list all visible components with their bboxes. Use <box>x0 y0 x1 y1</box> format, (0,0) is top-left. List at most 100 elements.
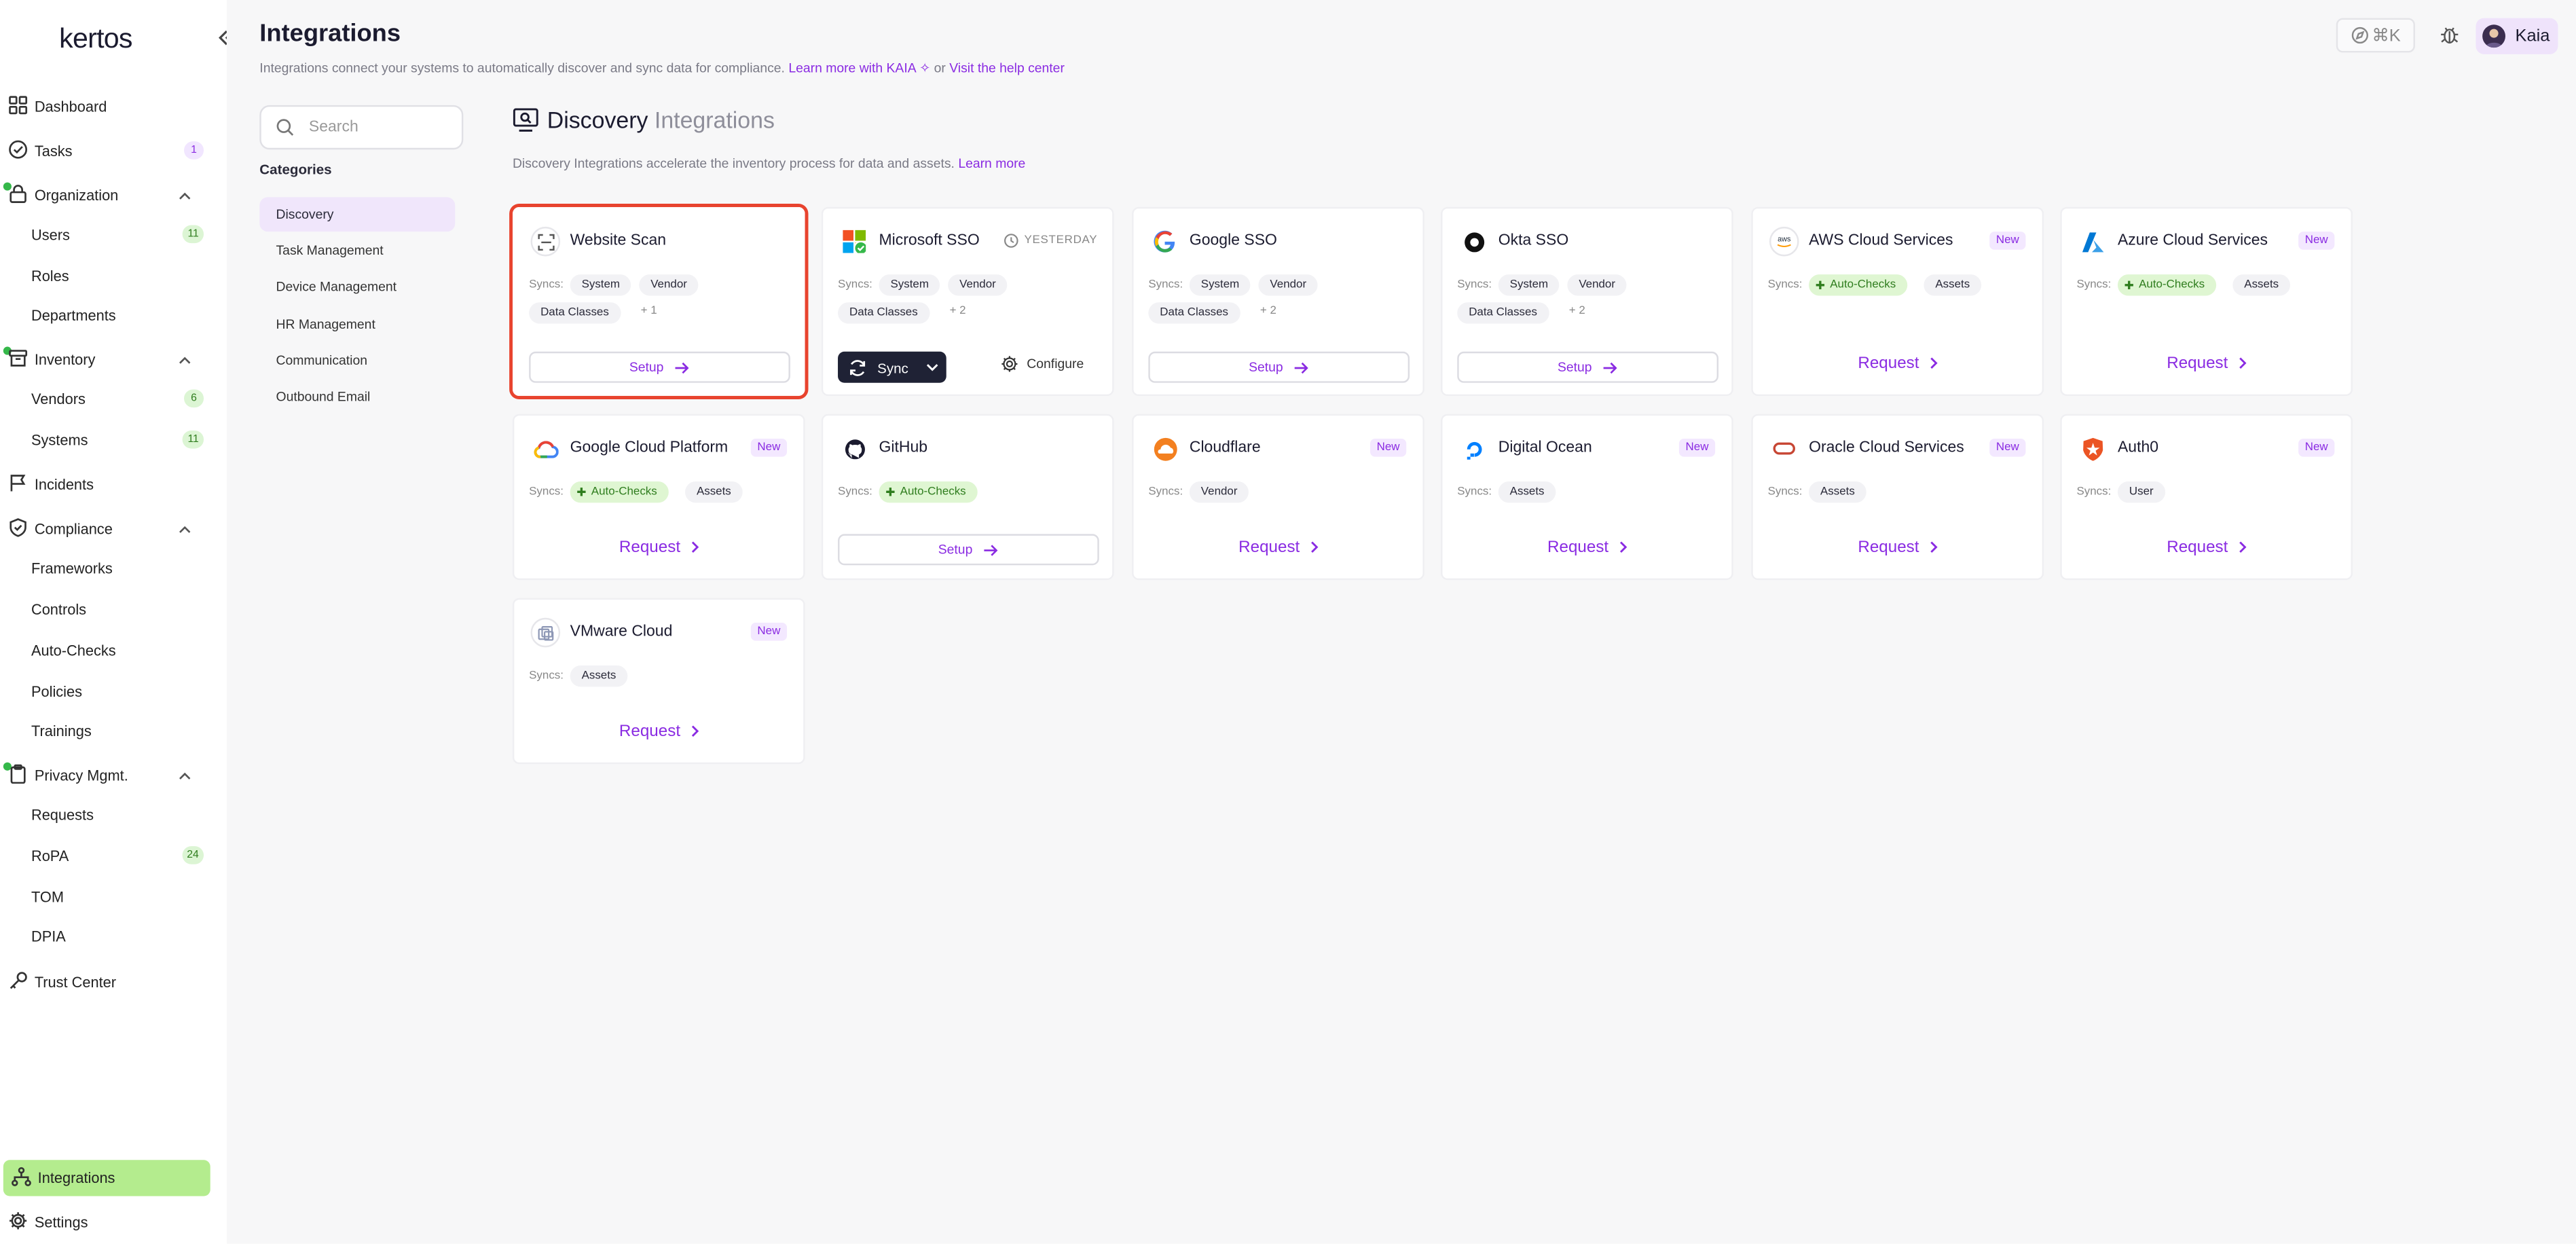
sidebar-item-roles[interactable]: Roles <box>0 258 214 294</box>
systems-count-badge: 11 <box>183 430 204 449</box>
integration-card-auth0[interactable]: Auth0 New Syncs: User Request <box>2060 414 2355 581</box>
category-communication[interactable]: Communication <box>259 344 455 378</box>
new-badge: New <box>750 439 788 457</box>
integration-card-google-cloud-platform[interactable]: Google Cloud Platform New Syncs: ✚ Auto-C… <box>512 414 807 581</box>
integration-card-website-scan[interactable]: Website Scan Syncs: System Vendor Data C… <box>512 206 805 397</box>
sidebar-item-departments[interactable]: Departments <box>0 297 214 333</box>
search-input[interactable] <box>306 116 454 139</box>
google-cloud-logo-icon <box>531 434 561 464</box>
section-learn-more-link[interactable]: Learn more <box>958 156 1025 171</box>
setup-button[interactable]: Setup <box>1148 351 1410 383</box>
request-button[interactable]: Request <box>2062 350 2355 376</box>
syncs-label: Syncs: <box>2076 486 2112 498</box>
bug-report-icon[interactable] <box>2438 23 2461 46</box>
more-tags: + 2 <box>1568 306 1585 317</box>
command-palette-button[interactable]: ⌘K <box>2336 18 2415 53</box>
sidebar-item-label: Vendors <box>31 390 86 408</box>
new-badge: New <box>2298 439 2335 457</box>
sidebar-item-dpia[interactable]: DPIA <box>0 919 214 955</box>
sync-button[interactable]: Sync <box>838 351 946 383</box>
sidebar-item-ropa[interactable]: RoPA 24 <box>0 838 214 874</box>
sidebar-item-settings[interactable]: Settings <box>0 1205 214 1241</box>
sidebar-item-vendors[interactable]: Vendors 6 <box>0 381 214 417</box>
okta-logo-icon <box>1459 227 1489 257</box>
new-badge: New <box>1369 439 1407 457</box>
configure-button[interactable]: Configure <box>1001 355 1084 373</box>
sidebar-item-requests[interactable]: Requests <box>0 797 214 833</box>
setup-button[interactable]: Setup <box>529 351 790 383</box>
sidebar-item-dashboard[interactable]: Dashboard <box>0 89 214 125</box>
request-button[interactable]: Request <box>514 534 807 560</box>
request-button[interactable]: Request <box>1134 534 1427 560</box>
sparkle-icon: ✧ <box>919 60 931 76</box>
sidebar-item-tom[interactable]: TOM <box>0 879 214 915</box>
sidebar-item-organization[interactable]: Organization <box>0 177 214 213</box>
sync-tag: System <box>1498 274 1560 296</box>
app-logo[interactable]: kertos <box>59 23 132 56</box>
sidebar-item-incidents[interactable]: Incidents <box>0 466 214 502</box>
request-button[interactable]: Request <box>1753 350 2046 376</box>
sidebar-item-privacy-mgmt[interactable]: Privacy Mgmt. <box>0 757 214 793</box>
category-task-management[interactable]: Task Management <box>259 234 455 268</box>
integration-name: Auth0 <box>2117 439 2159 457</box>
sidebar-item-auto-checks[interactable]: Auto-Checks <box>0 633 214 669</box>
learn-more-kaia-link[interactable]: Learn more with KAIA ✧ <box>788 61 930 76</box>
integration-card-cloudflare[interactable]: Cloudflare New Syncs: Vendor Request <box>1132 414 1427 581</box>
integration-name: Oracle Cloud Services <box>1809 439 1964 457</box>
integration-card-vmware-cloud[interactable]: VMware Cloud New Syncs: Assets Request <box>512 598 807 765</box>
integration-card-github[interactable]: GitHub Syncs: ✚ Auto-Checks Setup <box>821 414 1114 581</box>
syncs-label: Syncs: <box>1767 486 1803 498</box>
sidebar-item-trainings[interactable]: Trainings <box>0 713 214 749</box>
request-button[interactable]: Request <box>514 718 807 744</box>
gear-icon <box>8 1211 28 1230</box>
integration-card-digital-ocean[interactable]: Digital Ocean New Syncs: Assets Request <box>1441 414 1735 581</box>
setup-button[interactable]: Setup <box>1457 351 1718 383</box>
sidebar-item-policies[interactable]: Policies <box>0 674 214 710</box>
chevron-up-icon[interactable] <box>177 189 192 204</box>
integration-card-oracle-cloud[interactable]: Oracle Cloud Services New Syncs: Assets … <box>1751 414 2046 581</box>
sync-tag: Vendor <box>1189 481 1249 503</box>
category-discovery[interactable]: Discovery <box>259 197 456 232</box>
category-hr-management[interactable]: HR Management <box>259 307 455 342</box>
sidebar-item-label: Settings <box>34 1214 88 1231</box>
user-menu[interactable]: Kaia <box>2476 18 2558 54</box>
request-button[interactable]: Request <box>1753 534 2046 560</box>
chevron-up-icon[interactable] <box>177 769 192 784</box>
sidebar-item-tasks[interactable]: Tasks 1 <box>0 133 214 169</box>
refresh-icon <box>848 357 868 377</box>
sidebar-item-integrations[interactable]: Integrations <box>3 1160 210 1196</box>
integration-card-azure[interactable]: Azure Cloud Services New Syncs: ✚ Auto-Ch… <box>2060 206 2355 397</box>
sidebar-item-label: Organization <box>34 187 119 204</box>
chevron-up-icon[interactable] <box>177 353 192 368</box>
sidebar-item-compliance[interactable]: Compliance <box>0 511 214 547</box>
help-center-link[interactable]: Visit the help center <box>949 61 1065 76</box>
setup-button[interactable]: Setup <box>838 534 1099 566</box>
chevron-up-icon[interactable] <box>177 522 192 537</box>
sidebar-item-label: Auto-Checks <box>31 642 116 659</box>
chevron-down-icon[interactable] <box>925 360 940 375</box>
integration-card-microsoft-sso[interactable]: Microsoft SSO YESTERDAY Syncs: System Ve… <box>821 206 1114 397</box>
sidebar-item-inventory[interactable]: Inventory <box>0 342 214 378</box>
sidebar-item-systems[interactable]: Systems 11 <box>0 422 214 458</box>
integration-card-okta-sso[interactable]: Okta SSO Syncs: System Vendor Data Class… <box>1441 206 1733 397</box>
category-outbound-email[interactable]: Outbound Email <box>259 380 455 414</box>
sidebar-item-trust-center[interactable]: Trust Center <box>0 964 214 1000</box>
sidebar-item-users[interactable]: Users 11 <box>0 217 214 253</box>
tag-label: Auto-Checks <box>900 486 966 498</box>
syncs-label: Syncs: <box>529 486 564 498</box>
search-field[interactable] <box>259 105 464 150</box>
integration-name: Google SSO <box>1189 232 1277 250</box>
integration-card-google-sso[interactable]: Google SSO Syncs: System Vendor Data Cla… <box>1132 206 1424 397</box>
sidebar-item-frameworks[interactable]: Frameworks <box>0 551 214 587</box>
category-device-management[interactable]: Device Management <box>259 270 455 304</box>
request-button[interactable]: Request <box>1442 534 1735 560</box>
azure-logo-icon <box>2078 227 2108 257</box>
sidebar-item-label: Frameworks <box>31 560 113 577</box>
request-button[interactable]: Request <box>2062 534 2355 560</box>
monitor-search-icon <box>513 107 539 133</box>
integration-name: Okta SSO <box>1498 232 1569 250</box>
sync-tag: Assets <box>1498 481 1556 503</box>
sidebar-item-controls[interactable]: Controls <box>0 591 214 627</box>
integration-card-aws[interactable]: aws AWS Cloud Services New Syncs: ✚ Auto-… <box>1751 206 2046 397</box>
new-badge: New <box>750 623 788 641</box>
